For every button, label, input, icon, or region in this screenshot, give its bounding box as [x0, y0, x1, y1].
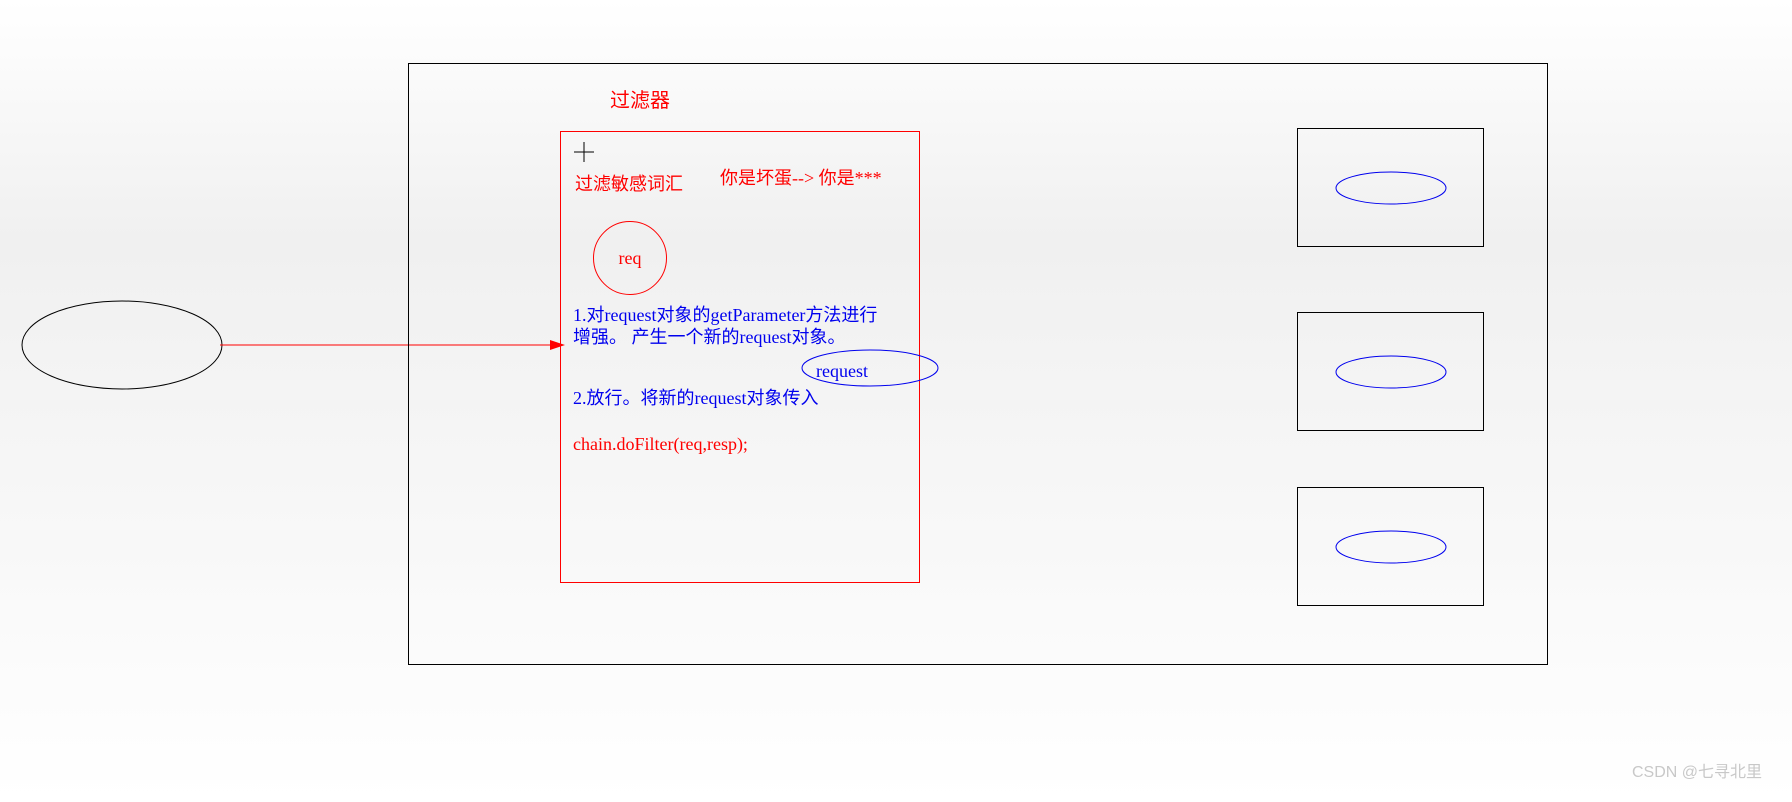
step1-text: 1.对request对象的getParameter方法进行增强。 产生一个新的r… [573, 304, 893, 348]
req-label: req [619, 248, 642, 269]
step2-text: 2.放行。将新的request对象传入 [573, 384, 818, 410]
chain-code: chain.doFilter(req,resp); [573, 434, 748, 455]
target-box-3 [1297, 487, 1484, 606]
crosshair-icon [574, 142, 594, 162]
ellipse-icon [1331, 527, 1451, 567]
ellipse-icon [1331, 168, 1451, 208]
target-box-1 [1297, 128, 1484, 247]
req-circle: req [593, 221, 667, 295]
example-text: 你是坏蛋--> 你是*** [720, 164, 882, 190]
target-box-2 [1297, 312, 1484, 431]
filter-title: 过滤器 [610, 84, 670, 113]
ellipse-icon [1331, 352, 1451, 392]
watermark: CSDN @七寻北里 [1632, 758, 1762, 782]
filter-sensitive-label: 过滤敏感词汇 [575, 170, 683, 196]
source-ellipse [20, 299, 224, 396]
request-label: request [816, 361, 868, 382]
